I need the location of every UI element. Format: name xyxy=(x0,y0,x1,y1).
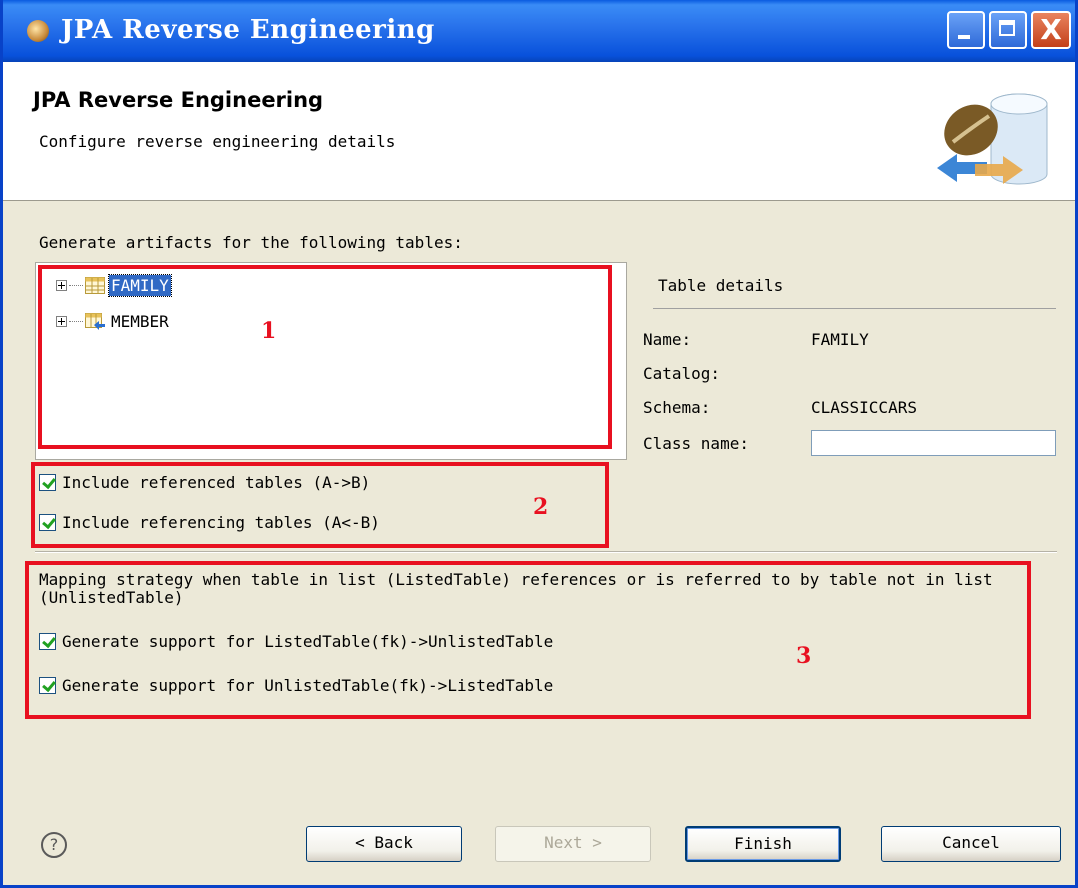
catalog-label: Catalog: xyxy=(643,364,721,383)
bean-database-icon xyxy=(937,93,1048,185)
page-subtitle: Configure reverse engineering details xyxy=(39,132,396,151)
name-label: Name: xyxy=(643,330,692,349)
help-icon[interactable]: ? xyxy=(41,832,67,858)
table-details-title: Table details xyxy=(658,276,784,295)
annotation-label-1: 1 xyxy=(261,318,277,344)
annotation-box-1 xyxy=(38,265,612,449)
class-name-input[interactable] xyxy=(811,430,1056,456)
dialog-window: JPA Reverse Engineering X JPA Reverse En… xyxy=(0,0,1078,888)
annotation-label-3: 3 xyxy=(796,643,812,669)
window-title: JPA Reverse Engineering xyxy=(61,15,435,45)
divider xyxy=(653,308,1056,309)
minimize-button[interactable] xyxy=(947,11,985,49)
maximize-button[interactable] xyxy=(989,11,1027,49)
title-bar[interactable]: JPA Reverse Engineering X xyxy=(3,0,1075,62)
cancel-button[interactable]: Cancel xyxy=(881,826,1061,862)
next-button[interactable]: Next > xyxy=(495,826,651,862)
name-value: FAMILY xyxy=(811,330,869,349)
annotation-box-3 xyxy=(25,561,1031,719)
close-icon: X xyxy=(1040,13,1062,46)
tables-prompt: Generate artifacts for the following tab… xyxy=(39,233,463,252)
divider-highlight xyxy=(35,552,1057,553)
back-button[interactable]: < Back xyxy=(306,826,462,862)
annotation-box-2 xyxy=(31,462,609,548)
jpa-app-icon xyxy=(27,20,49,42)
class-name-label: Class name: xyxy=(643,434,749,453)
close-button[interactable]: X xyxy=(1031,11,1071,49)
finish-button[interactable]: Finish xyxy=(685,826,841,862)
wizard-header: JPA Reverse Engineering Configure revers… xyxy=(3,62,1075,201)
schema-value: CLASSICCARS xyxy=(811,398,917,417)
annotation-label-2: 2 xyxy=(533,494,549,520)
schema-label: Schema: xyxy=(643,398,711,417)
page-title: JPA Reverse Engineering xyxy=(33,88,324,112)
